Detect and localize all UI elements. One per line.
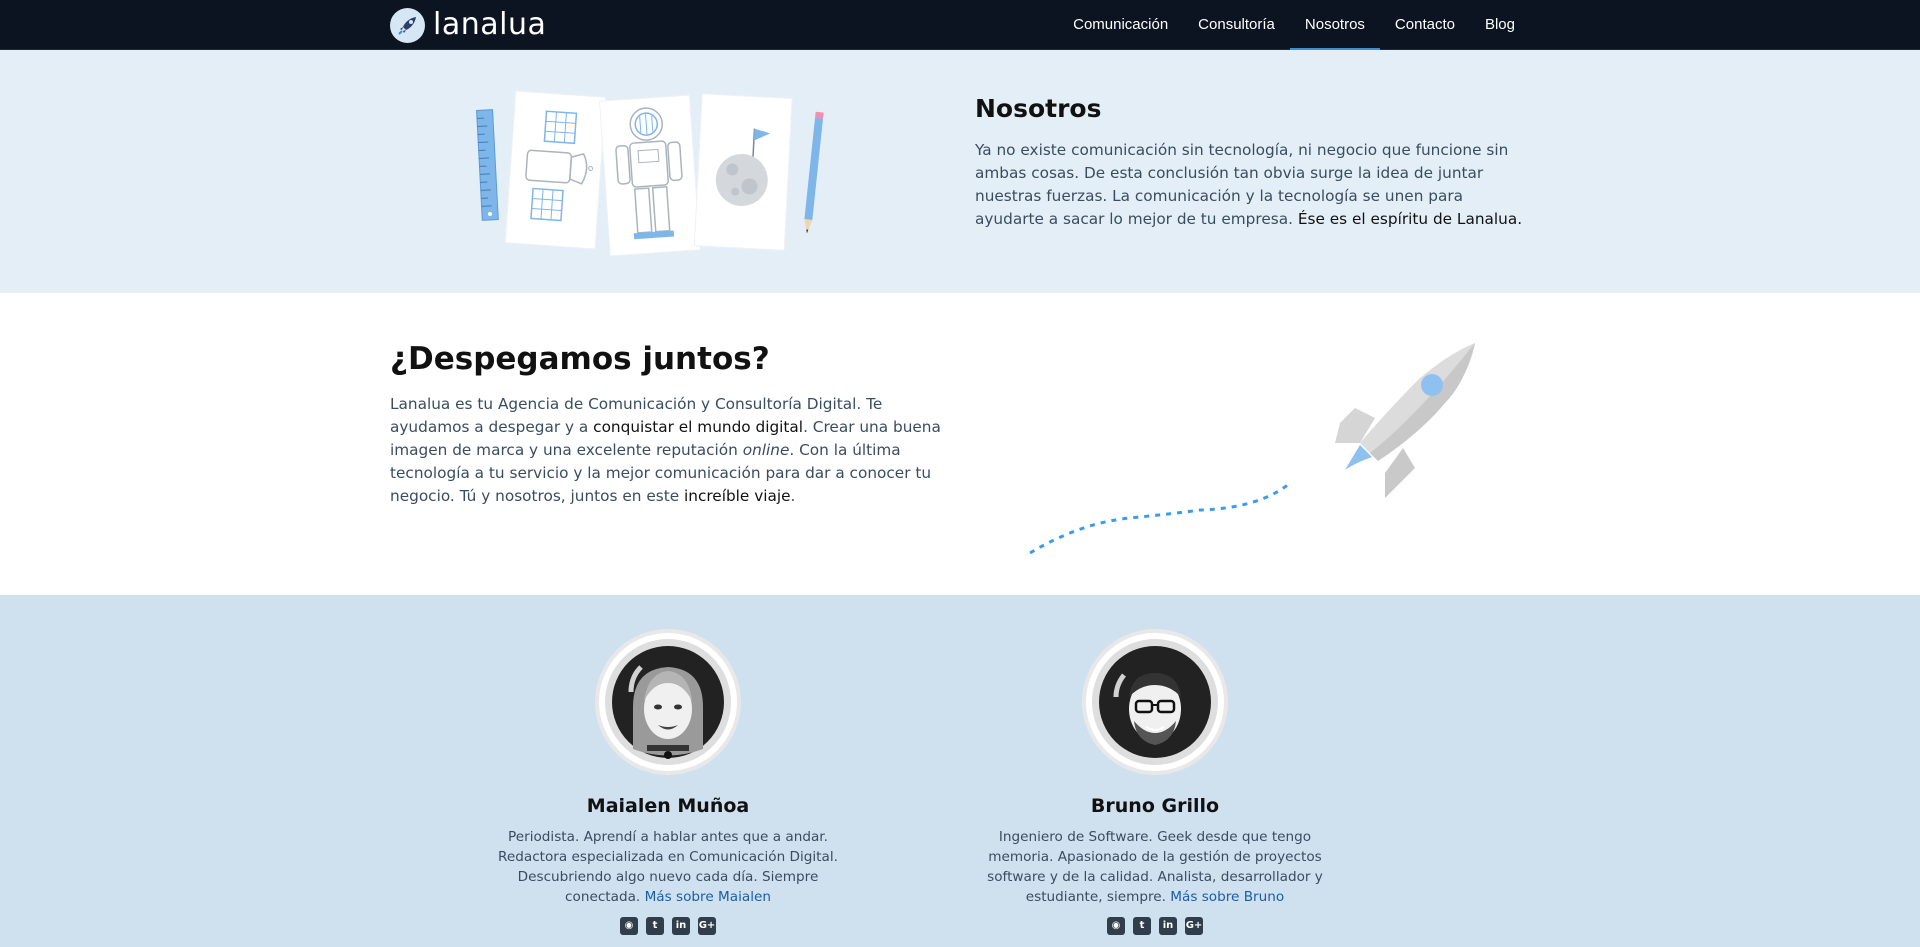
social-links: ◉ t in G+ [488,917,848,935]
google-plus-icon[interactable]: G+ [1185,917,1203,935]
nav-item-blog[interactable]: Blog [1470,0,1530,50]
astronaut-card [598,94,701,257]
main-menu: Comunicación Consultoría Nosotros Contac… [1058,0,1530,51]
avatar [595,629,741,775]
astronaut-woman-avatar-icon [605,639,731,765]
moon-card [693,93,793,251]
ruler-icon [476,109,499,221]
astronaut-man-avatar-icon [1092,639,1218,765]
nav-item-contacto[interactable]: Contacto [1380,0,1470,50]
google-plus-icon[interactable]: G+ [698,917,716,935]
logo-text: lanalua [433,7,547,42]
logo[interactable]: lanalua [390,7,546,43]
about-paragraph: Ya no existe comunicación sin tecnología… [975,139,1535,231]
team-member-card: Bruno Grillo Ingeniero de Software. Geek… [975,629,1335,935]
pencil-icon [804,111,824,234]
top-navbar: lanalua Comunicación Consultoría Nosotro… [0,0,1920,51]
team-member-card: Maialen Muñoa Periodista. Aprendí a habl… [488,629,848,935]
launch-title: ¿Despegamos juntos? [390,341,770,377]
more-about-bruno-link[interactable]: Más sobre Bruno [1170,889,1284,905]
more-about-maialen-link[interactable]: Más sobre Maialen [645,889,771,905]
about-section: Nosotros Ya no existe comunicación sin t… [0,50,1920,293]
launch-text-4: . [790,487,796,505]
rss-icon[interactable]: ◉ [1107,917,1125,935]
launch-highlight-2: increíble viaje [684,487,791,505]
launch-highlight-1: conquistar el mundo digital [593,418,804,436]
twitter-icon[interactable]: t [1133,917,1151,935]
social-links: ◉ t in G+ [975,917,1335,935]
rocket-illustration [1029,343,1475,555]
sketch-cards-illustration [476,90,824,257]
avatar [1082,629,1228,775]
rss-icon[interactable]: ◉ [620,917,638,935]
member-name: Bruno Grillo [1090,795,1220,817]
satellite-card [504,90,607,250]
launch-paragraph: Lanalua es tu Agencia de Comunicación y … [390,393,945,508]
dotted-trail [1029,481,1291,555]
linkedin-icon[interactable]: in [672,917,690,935]
member-name: Maialen Muñoa [586,795,750,817]
launch-emphasis: online [742,441,790,459]
about-title: Nosotros [975,94,1102,123]
linkedin-icon[interactable]: in [1159,917,1177,935]
nav-item-comunicacion[interactable]: Comunicación [1058,0,1183,50]
nav-item-consultoria[interactable]: Consultoría [1183,0,1290,50]
team-section: Maialen Muñoa Periodista. Aprendí a habl… [0,595,1920,947]
nav-item-nosotros[interactable]: Nosotros [1289,0,1380,51]
member-bio: Ingeniero de Software. Geek desde que te… [975,827,1335,907]
about-highlight: Ése es el espíritu de Lanalua. [1297,210,1523,228]
rocket-logo-icon [390,7,425,43]
member-bio: Periodista. Aprendí a hablar antes que a… [488,827,848,907]
twitter-icon[interactable]: t [646,917,664,935]
rocket-icon [1335,343,1475,498]
launch-section: ¿Despegamos juntos? Lanalua es tu Agenci… [0,293,1920,595]
